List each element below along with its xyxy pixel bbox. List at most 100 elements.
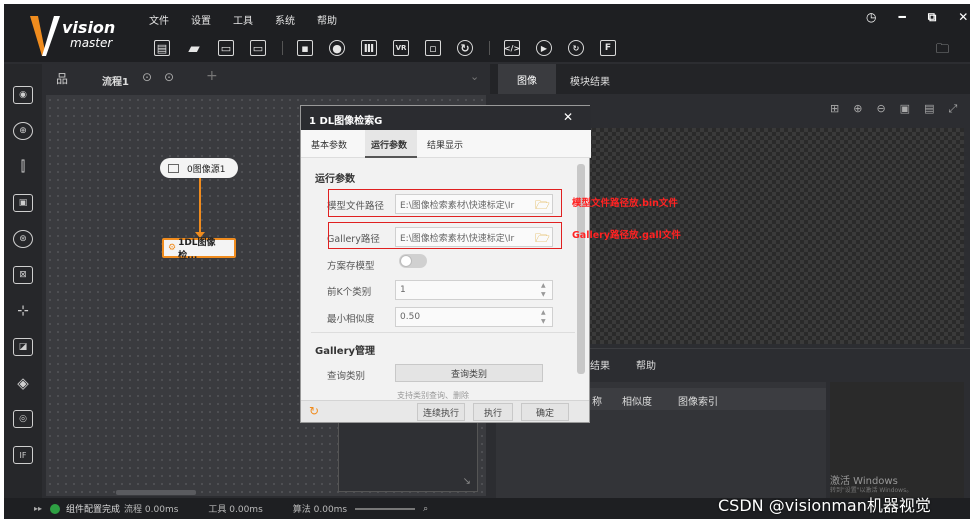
flow-loop-icon[interactable]: ⊙ (164, 70, 174, 84)
toggle-knob (400, 255, 412, 267)
tab-run-params[interactable]: 运行参数 (371, 138, 407, 151)
tab-module-result[interactable]: 模块结果 (570, 73, 610, 88)
image-icon[interactable]: ▭ (250, 40, 266, 56)
dl-retrieval-dialog: 1 DL图像检索G ✕ 基本参数 运行参数 结果显示 运行参数 模型文件路径 E… (300, 105, 591, 423)
minimize-icon[interactable]: ━ (898, 10, 905, 25)
reset-icon[interactable]: ↻ (309, 404, 319, 418)
close-icon[interactable]: ✕ (958, 10, 968, 25)
search-icon[interactable]: ⌕ (423, 504, 428, 514)
csdn-watermark: CSDN @visionman机器视觉 (718, 496, 931, 515)
zoom-slider[interactable] (355, 507, 416, 510)
script-icon[interactable]: </> (504, 40, 520, 56)
topk-label: 前K个类别 (327, 287, 372, 298)
fit-icon[interactable]: ▤ (924, 102, 934, 116)
status-ok-icon (50, 503, 61, 514)
min-similarity-stepper-icon[interactable]: ▲ ▼ (541, 308, 546, 326)
window-controls: ◷ ━ ⧉ ✕ (866, 10, 968, 25)
annotation-gallery-note: Gallery路径放.gall文件 (572, 230, 681, 241)
flow-node-dl-retrieval[interactable]: ⚙ 1DL图像检... (162, 238, 236, 261)
fullscreen-icon[interactable]: ⤢ (948, 102, 957, 116)
flow-tree-icon[interactable]: 品 (56, 70, 68, 87)
save-as-icon[interactable]: ▭ (218, 40, 234, 56)
image-toolbar: ⊞ ⊕ ⊖ ▣ ▤ ⤢ (830, 102, 957, 116)
camera-icon[interactable]: ● (329, 40, 345, 56)
camera-tool-icon[interactable]: ◉ (13, 86, 33, 104)
topk-input[interactable]: 1 (395, 280, 553, 300)
gallery-management-title: Gallery管理 (315, 346, 376, 357)
canvas-minimap[interactable]: ↘ (338, 418, 478, 492)
query-category-button[interactable]: 查询类别 (395, 364, 543, 382)
menu-settings[interactable]: 设置 (191, 12, 211, 28)
image-process-tool-icon[interactable]: ◪ (13, 338, 33, 356)
tab-help[interactable]: 帮助 (636, 357, 656, 372)
cycle-icon[interactable]: ▫ (425, 40, 441, 56)
flow-header: 品 流程1 ⊙ ⊙ + ⌄ (46, 64, 486, 96)
close-icon[interactable]: ✕ (563, 110, 573, 124)
expand-icon[interactable]: ▸▸ (34, 504, 42, 513)
help-icon[interactable]: ◷ (866, 10, 876, 25)
menu-system[interactable]: 系统 (275, 12, 295, 28)
logo-text-master: master (70, 36, 113, 50)
tab-basic-params[interactable]: 基本参数 (311, 138, 347, 151)
ok-button[interactable]: 确定 (521, 403, 569, 421)
annotation-box-gallery (328, 222, 562, 249)
barcode-icon[interactable]: VR (393, 40, 409, 56)
zoom-out-icon[interactable]: ⊖ (876, 102, 885, 116)
node-label: 0图像源1 (187, 164, 226, 175)
refresh-icon[interactable]: ↻ (457, 40, 473, 56)
compare-tool-icon[interactable]: ⊠ (13, 266, 33, 284)
flow-node-image-source[interactable]: 0图像源1 (160, 158, 238, 178)
logic-tool-icon[interactable]: IF (13, 446, 33, 464)
dialog-title-bar: 1 DL图像检索G ✕ (301, 106, 591, 130)
library-icon[interactable]: Ⅲ (361, 40, 377, 56)
column-header: 称 (592, 397, 602, 408)
menu-file[interactable]: 文件 (149, 12, 169, 28)
flow-run-icon[interactable]: ⊙ (142, 70, 152, 84)
play-icon[interactable]: ▶ (536, 40, 552, 56)
flow-tab[interactable]: 流程1 (102, 73, 129, 88)
column-header: 相似度 (622, 397, 652, 408)
deep-learning-tool-icon[interactable]: ◎ (13, 410, 33, 428)
resize-icon[interactable]: ↘ (463, 476, 471, 487)
topk-stepper-icon[interactable]: ▲ ▼ (541, 281, 546, 299)
query-category-label: 查询类别 (327, 371, 366, 382)
measure-tool-icon[interactable]: ⫿ (13, 158, 33, 176)
min-similarity-input[interactable]: 0.50 (395, 307, 553, 327)
horizontal-scrollbar[interactable] (116, 490, 196, 495)
menu-help[interactable]: 帮助 (317, 12, 337, 28)
continuous-run-button[interactable]: 连续执行 (417, 403, 465, 421)
actual-size-icon[interactable]: ▣ (900, 102, 910, 116)
display-icon[interactable]: ▪ (297, 40, 313, 56)
toolbar-separator (489, 41, 490, 55)
status-text: 组件配置完成 (66, 505, 121, 515)
menu-tools[interactable]: 工具 (233, 12, 253, 28)
run-button[interactable]: 执行 (473, 403, 513, 421)
algo-time: 算法 0.00ms (292, 505, 348, 515)
divider (311, 332, 575, 333)
locate-tool-icon[interactable]: ⊕ (13, 122, 33, 140)
annotation-box-model (328, 189, 562, 217)
right-tab-strip (490, 64, 970, 94)
tab-image[interactable]: 图像 (498, 64, 556, 94)
file-icon[interactable]: F (600, 40, 616, 56)
open-folder-icon[interactable]: 🗀 (936, 40, 949, 62)
min-similarity-label: 最小相似度 (327, 314, 375, 325)
save-model-toggle[interactable] (399, 254, 427, 268)
add-flow-icon[interactable]: + (206, 68, 218, 84)
color-tool-icon[interactable]: ◈ (13, 374, 33, 392)
align-tool-icon[interactable]: ⊹ (13, 302, 33, 320)
open-folder-icon[interactable]: ▰ (186, 39, 202, 57)
zoom-in-icon[interactable]: ⊕ (853, 102, 862, 116)
grid-icon[interactable]: ⊞ (830, 102, 839, 116)
calibrate-tool-icon[interactable]: ⊛ (13, 230, 33, 248)
column-header: 图像索引 (678, 397, 718, 408)
recognize-tool-icon[interactable]: ▣ (13, 194, 33, 212)
main-toolbar: ▤ ▰ ▭ ▭ ▪ ● Ⅲ VR ▫ ↻ </> ▶ ↻ F (154, 38, 632, 58)
chevron-down-icon[interactable]: ⌄ (470, 70, 479, 83)
continuous-play-icon[interactable]: ↻ (568, 40, 584, 56)
node-label: 1DL图像检... (178, 238, 216, 261)
tab-result[interactable]: 结果 (590, 357, 610, 372)
restore-icon[interactable]: ⧉ (928, 10, 937, 25)
save-icon[interactable]: ▤ (154, 40, 170, 56)
tab-result-display[interactable]: 结果显示 (427, 138, 463, 151)
